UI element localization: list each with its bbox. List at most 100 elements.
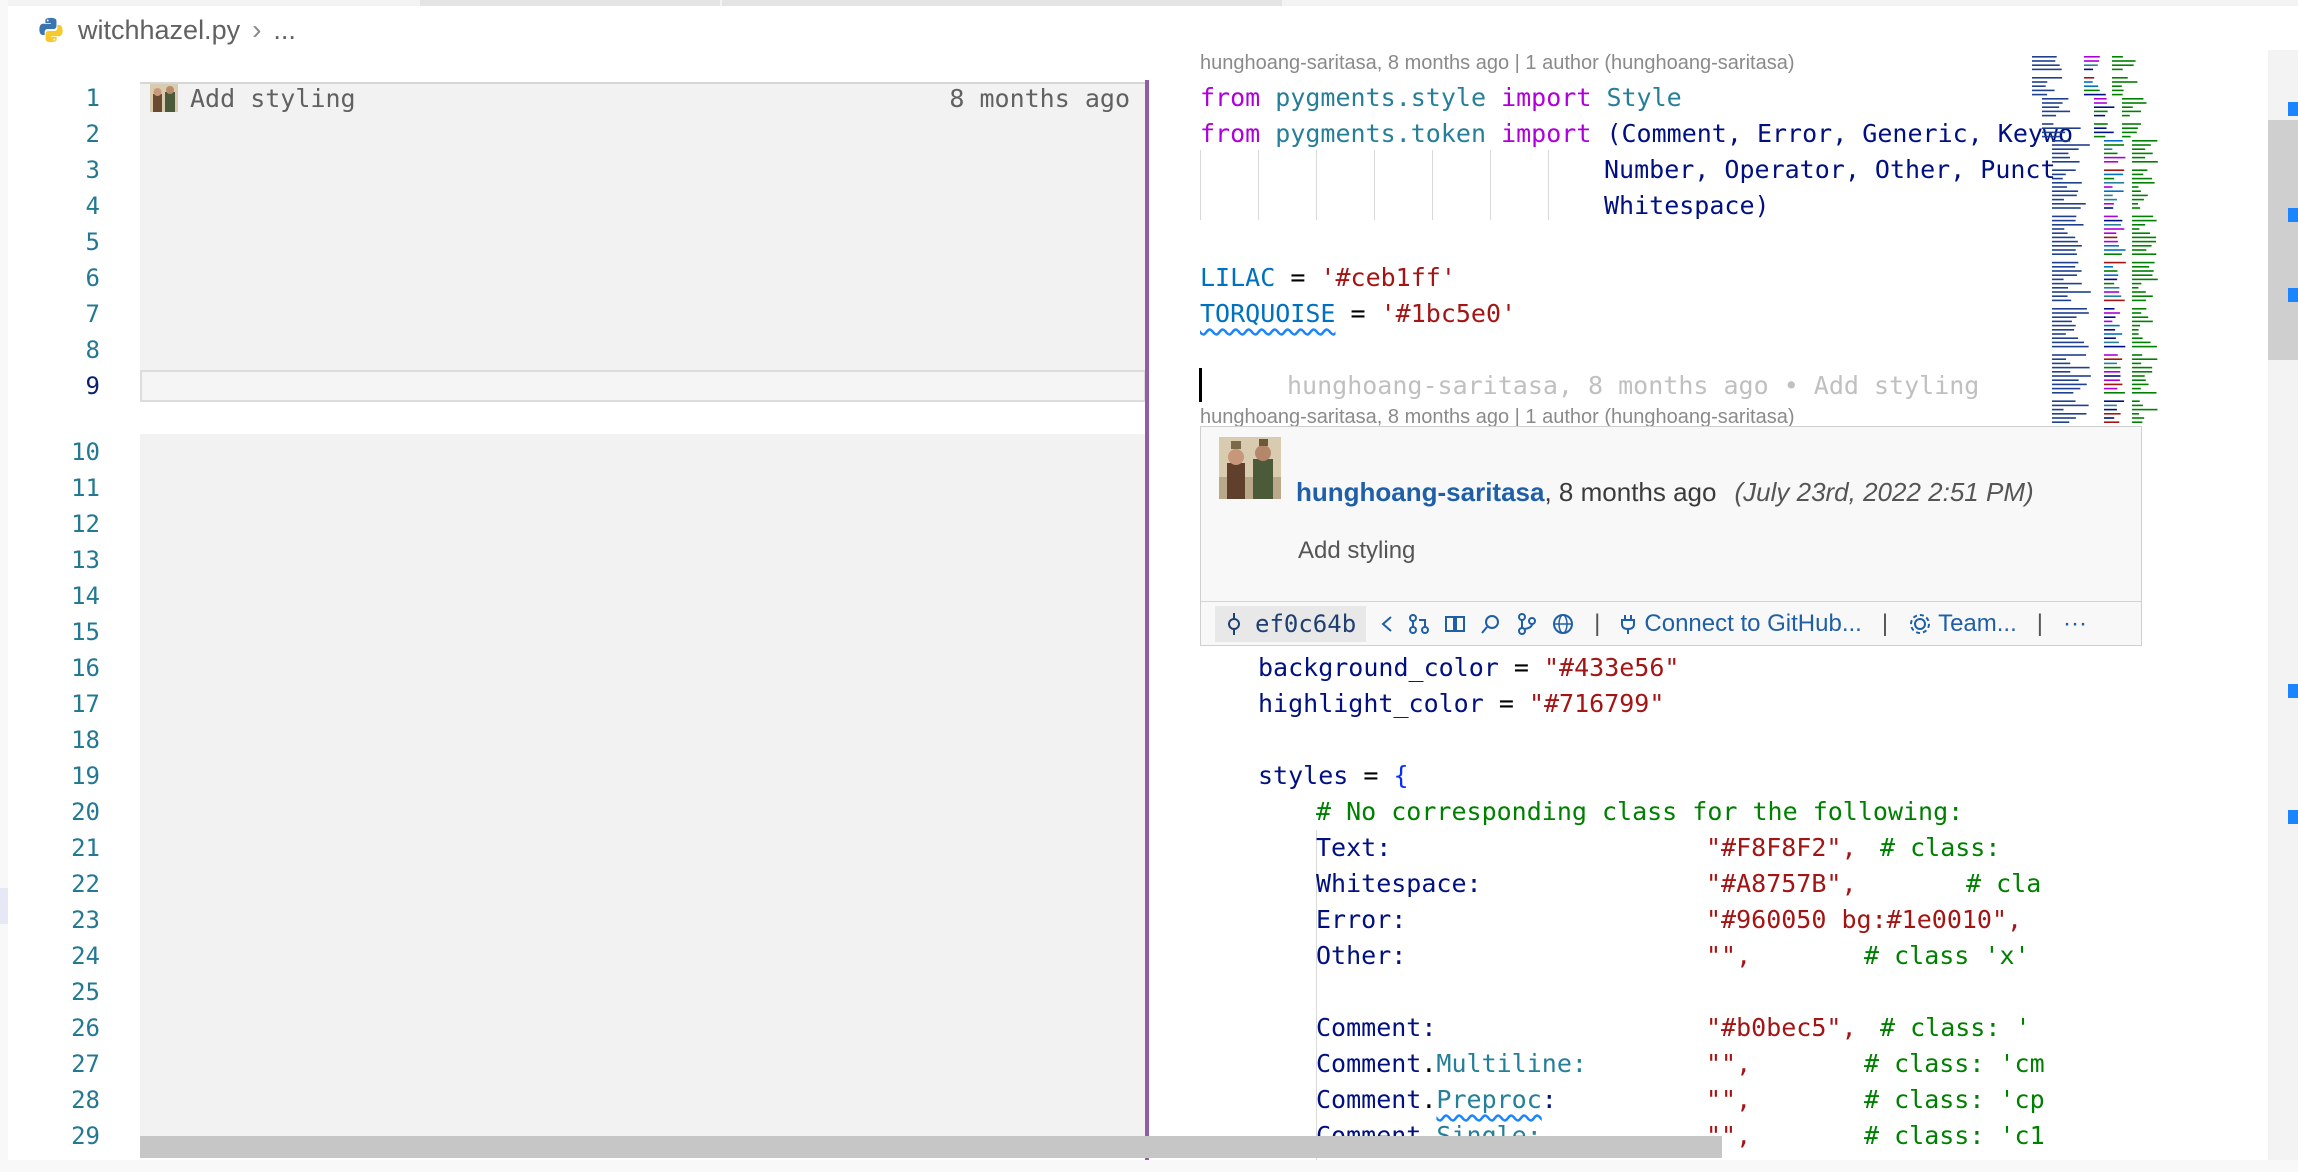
pull-request-icon[interactable] — [1408, 613, 1430, 635]
code-line[interactable]: Whitespace) — [1604, 188, 1770, 224]
colon: : — [1541, 1085, 1557, 1114]
minimap-line — [2104, 316, 2116, 318]
minimap-line — [2104, 287, 2120, 289]
more-actions-button[interactable]: ··· — [2063, 610, 2087, 638]
minimap-line — [2132, 287, 2139, 289]
minimap-line — [2104, 266, 2114, 268]
code-line[interactable]: Comment: — [1316, 1010, 1436, 1046]
code-line[interactable]: Comment.Preproc: — [1316, 1082, 1557, 1118]
inline-blame: hunghoang-saritasa, 8 months ago • Add s… — [1287, 371, 1980, 400]
blame-entry[interactable]: Add styling 8 months ago — [150, 80, 1130, 116]
minimap-line — [2132, 186, 2139, 188]
minimap-line — [2104, 236, 2118, 239]
minimap-line — [2104, 203, 2114, 205]
minimap-line — [2104, 249, 2126, 251]
minimap-line — [2112, 85, 2122, 87]
code-line[interactable]: TORQUOISE = '#1bc5e0' — [1200, 296, 1516, 332]
minimap-line — [2132, 274, 2153, 276]
variable: background_color — [1258, 653, 1499, 682]
globe-icon[interactable] — [1552, 613, 1574, 635]
module-name: pygments.token — [1275, 119, 1486, 148]
code-line[interactable]: Whitespace: — [1316, 866, 1482, 902]
code-line[interactable]: Number, Operator, Other, Punct — [1604, 152, 2056, 188]
code-comment: # cla — [1966, 869, 2042, 898]
minimap-line — [2104, 161, 2119, 163]
minimap-line — [2132, 387, 2141, 390]
minimap-line — [2112, 93, 2123, 96]
minimap-line — [2132, 219, 2157, 222]
codelens-authors[interactable]: hunghoang-saritasa, 8 months ago | 1 aut… — [1200, 52, 1794, 75]
style-key: Comment — [1316, 1085, 1422, 1114]
code-line[interactable]: highlight_color = "#716799" — [1258, 686, 1664, 722]
plug-icon — [1620, 613, 1636, 635]
minimap-line — [2122, 123, 2141, 125]
minimap-line — [2052, 333, 2066, 335]
line-number-active: 9 — [85, 372, 100, 400]
minimap-line — [2042, 114, 2057, 117]
minimap-line — [2132, 198, 2144, 201]
breadcrumb-more[interactable]: ... — [273, 15, 296, 46]
minimap-line — [2104, 148, 2113, 150]
minimap-line — [2104, 190, 2124, 192]
minimap-line — [2042, 127, 2081, 129]
branch-icon[interactable] — [1516, 613, 1538, 635]
minimap-line — [2104, 337, 2116, 339]
minimap-line — [2052, 421, 2070, 423]
line-number: 5 — [85, 228, 100, 256]
operator: = — [1498, 653, 1544, 682]
scrollbar-thumb[interactable] — [2268, 120, 2298, 360]
minimap-line — [2112, 60, 2136, 62]
minimap-line — [2132, 295, 2153, 297]
minimap-line — [2052, 408, 2064, 411]
variable-spelling-warning[interactable]: TORQUOISE — [1200, 299, 1335, 328]
connect-github-link[interactable]: Connect to GitHub... — [1644, 610, 1861, 638]
code-line[interactable]: LILAC = '#ceb1ff' — [1200, 260, 1456, 296]
commit-sha-button[interactable]: ef0c64b — [1215, 606, 1367, 642]
compare-icon[interactable] — [1444, 613, 1466, 635]
code-line[interactable]: background_color = "#433e56" — [1258, 650, 1679, 686]
minimap-line — [2132, 320, 2153, 323]
team-link[interactable]: Team... — [1938, 610, 2017, 638]
previous-revision-icon[interactable] — [1380, 613, 1394, 635]
minimap-line — [2104, 215, 2118, 218]
code-line[interactable]: Text: — [1316, 830, 1391, 866]
class-name: Style — [1606, 83, 1682, 112]
style-subkey-spelling-warning[interactable]: Preproc — [1436, 1085, 1541, 1114]
author-link[interactable]: hunghoang-saritasa — [1296, 477, 1544, 507]
minimap-line — [2132, 282, 2142, 285]
style-value: "#F8F8F2", — [1706, 833, 1857, 862]
minimap-line — [2032, 60, 2056, 62]
minimap-line — [2104, 358, 2123, 360]
minimap-line — [2052, 320, 2072, 323]
minimap-line — [2132, 173, 2144, 176]
minimap-line — [2132, 308, 2147, 310]
minimap-line — [2042, 106, 2060, 108]
operator: = — [1275, 263, 1321, 292]
breadcrumb-file[interactable]: witchhazel.py — [78, 15, 240, 46]
code-line[interactable]: Error: — [1316, 902, 1406, 938]
indent-guide — [1432, 150, 1433, 220]
code-line[interactable]: styles = { — [1258, 758, 1409, 794]
search-icon[interactable] — [1480, 613, 1502, 635]
horizontal-scrollbar[interactable] — [140, 1136, 1722, 1158]
minimap-line — [2052, 177, 2063, 180]
minimap-line — [2052, 341, 2084, 344]
minimap[interactable] — [2028, 50, 2278, 440]
code-line[interactable]: Other: — [1316, 938, 1406, 974]
minimap-line — [2104, 408, 2117, 411]
minimap-line — [2104, 224, 2121, 226]
string: "#433e56" — [1543, 653, 1680, 682]
minimap-line — [2104, 404, 2117, 407]
minimap-line — [2132, 232, 2151, 234]
keyword: import — [1501, 119, 1592, 148]
code-line[interactable]: from pygments.style import Style — [1200, 80, 1682, 116]
scroll-marker — [2288, 684, 2298, 698]
line-number: 10 — [71, 438, 100, 466]
minimap-line — [2052, 245, 2082, 247]
minimap-line — [2104, 261, 2126, 264]
variable: highlight_color — [1258, 689, 1484, 718]
code-line[interactable]: Comment.Multiline: — [1316, 1046, 1587, 1082]
minimap-line — [2052, 156, 2071, 159]
code-line[interactable]: from pygments.token import (Comment, Err… — [1200, 116, 2073, 152]
code-comment[interactable]: # No corresponding class for the followi… — [1316, 794, 1963, 830]
